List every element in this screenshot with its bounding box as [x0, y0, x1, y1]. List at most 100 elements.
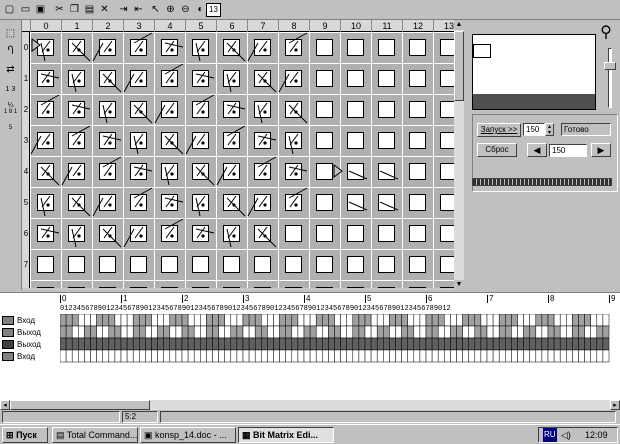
signal-cell[interactable]: [78, 314, 85, 327]
signal-cell[interactable]: [566, 337, 573, 351]
signal-cell[interactable]: [584, 314, 591, 327]
signal-cell[interactable]: [132, 325, 140, 339]
signal-cell[interactable]: [566, 314, 573, 327]
signal-cell[interactable]: [157, 349, 164, 363]
language-indicator[interactable]: RU: [543, 428, 557, 442]
signal-cell[interactable]: [224, 314, 232, 327]
matrix-grid[interactable]: [30, 32, 462, 288]
scroll-down-icon[interactable]: ▼: [454, 280, 464, 290]
signal-cell[interactable]: [444, 314, 451, 327]
signal-cell[interactable]: [468, 349, 476, 363]
signal-cell[interactable]: [206, 337, 213, 351]
signal-cell[interactable]: [578, 325, 585, 339]
signal-cell[interactable]: [96, 325, 103, 339]
signal-cell[interactable]: [297, 349, 305, 363]
signal-cell[interactable]: [230, 349, 238, 363]
signal-cell[interactable]: [120, 349, 128, 363]
signal-cell[interactable]: [328, 337, 335, 351]
signal-cell[interactable]: [553, 314, 561, 327]
signal-cell[interactable]: [468, 314, 476, 327]
signal-cell[interactable]: [547, 325, 555, 339]
signal-cell[interactable]: [187, 325, 195, 339]
signal-cell[interactable]: [401, 337, 408, 351]
signal-cell[interactable]: [334, 337, 341, 351]
h-scroll-thumb[interactable]: [10, 400, 150, 410]
signal-cell[interactable]: [346, 314, 354, 327]
scroll-right-icon[interactable]: ▸: [610, 400, 620, 410]
signal-cell[interactable]: [328, 314, 335, 327]
signal-cell[interactable]: [590, 325, 598, 339]
signal-cell[interactable]: [218, 337, 225, 351]
signal-cell[interactable]: [572, 325, 579, 339]
signal-cell[interactable]: [450, 337, 457, 351]
task-word-document[interactable]: ▣ konsp_14.doc - ...: [140, 427, 236, 443]
signal-cell[interactable]: [206, 314, 213, 327]
signal-cell[interactable]: [193, 314, 201, 327]
signal-cell[interactable]: [126, 349, 134, 363]
signal-cell[interactable]: [151, 314, 158, 327]
signal-cell[interactable]: [535, 314, 543, 327]
signal-cell[interactable]: [212, 314, 219, 327]
signal-cell[interactable]: [206, 349, 213, 363]
magnifier-icon[interactable]: ⚲: [596, 22, 616, 46]
signal-cell[interactable]: [553, 349, 561, 363]
signal-cell[interactable]: [236, 349, 244, 363]
signal-cell[interactable]: [340, 349, 347, 363]
signal-cell[interactable]: [309, 349, 317, 363]
signal-cell[interactable]: [242, 349, 250, 363]
signal-cell[interactable]: [413, 337, 421, 351]
signal-cell[interactable]: [108, 325, 116, 339]
signal-cell[interactable]: [291, 314, 299, 327]
signal-cell[interactable]: [419, 314, 427, 327]
signal-cell[interactable]: [425, 337, 433, 351]
signal-cell[interactable]: [395, 325, 402, 339]
signal-cell[interactable]: [450, 349, 457, 363]
signal-cell[interactable]: [175, 349, 183, 363]
signal-cell[interactable]: [96, 349, 103, 363]
signal-cell[interactable]: [163, 337, 171, 351]
signal-cell[interactable]: [60, 337, 67, 351]
signal-cell[interactable]: [413, 314, 421, 327]
signal-cell[interactable]: [517, 325, 524, 339]
signal-cell[interactable]: [602, 314, 610, 327]
signal-cell[interactable]: [517, 349, 524, 363]
start-button[interactable]: Запуск >>: [477, 123, 521, 137]
signal-cell[interactable]: [602, 337, 610, 351]
signal-cell[interactable]: [132, 349, 140, 363]
signal-cell[interactable]: [425, 314, 433, 327]
signal-cell[interactable]: [395, 349, 402, 363]
signal-cell[interactable]: [498, 337, 506, 351]
signal-cell[interactable]: [65, 337, 73, 351]
signal-cell[interactable]: [254, 337, 262, 351]
signal-cell[interactable]: [474, 349, 482, 363]
timeline-horizontal-scrollbar[interactable]: ◂ ▸: [0, 400, 620, 410]
signal-cell[interactable]: [517, 314, 524, 327]
signal-cell[interactable]: [187, 349, 195, 363]
signal-cell[interactable]: [383, 325, 390, 339]
signal-cell[interactable]: [431, 349, 439, 363]
signal-cell[interactable]: [303, 337, 311, 351]
signal-cell[interactable]: [309, 337, 317, 351]
signal-cell[interactable]: [444, 349, 451, 363]
signal-cell[interactable]: [224, 349, 232, 363]
signal-cell[interactable]: [383, 314, 390, 327]
signal-cell[interactable]: [200, 314, 207, 327]
signal-cell[interactable]: [297, 325, 305, 339]
signal-cell[interactable]: [157, 337, 164, 351]
signal-cell[interactable]: [261, 349, 268, 363]
signal-cell[interactable]: [84, 337, 91, 351]
signal-cell[interactable]: [352, 349, 360, 363]
signal-cell[interactable]: [187, 314, 195, 327]
signal-cell[interactable]: [315, 325, 323, 339]
zoom-knob[interactable]: [604, 62, 616, 70]
signal-cell[interactable]: [602, 325, 610, 339]
speaker-icon[interactable]: ◁): [561, 428, 571, 442]
signal-cell[interactable]: [139, 349, 146, 363]
signal-cell[interactable]: [126, 325, 134, 339]
signal-cell[interactable]: [139, 337, 146, 351]
signal-cell[interactable]: [303, 349, 311, 363]
signal-cell[interactable]: [151, 325, 158, 339]
signal-cell[interactable]: [492, 325, 500, 339]
signal-cell[interactable]: [334, 349, 341, 363]
signal-cell[interactable]: [437, 314, 445, 327]
